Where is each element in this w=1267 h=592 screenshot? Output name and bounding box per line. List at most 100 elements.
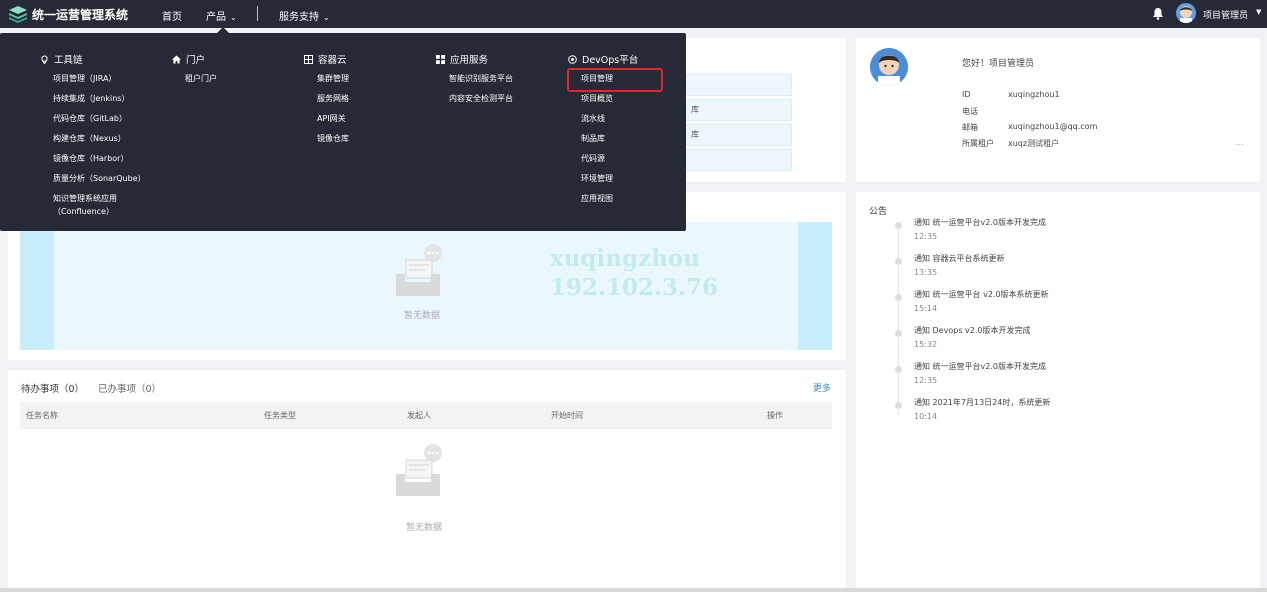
menu-group-container-cloud: 容器云 <box>304 52 347 66</box>
timeline-dot <box>895 402 902 409</box>
profile-field-value: xuqingzhou1 <box>1008 90 1060 99</box>
layers-logo-icon <box>9 6 27 23</box>
timeline-dot <box>895 222 902 229</box>
profile-card: 您好！项目管理员 ID xuqingzhou1 电话 邮箱 xuqingzhou… <box>856 38 1260 182</box>
timeline-dot <box>895 294 902 301</box>
menu-item[interactable]: 代码仓库（GitLab） <box>53 113 127 124</box>
menu-item[interactable]: 代码源 <box>581 153 605 164</box>
menu-item[interactable]: 集群管理 <box>317 73 349 84</box>
nav-divider <box>257 6 258 21</box>
app-title: 统一运营管理系统 <box>32 8 129 22</box>
timeline-dot <box>895 258 902 265</box>
target-icon <box>568 55 577 64</box>
menu-item[interactable]: 智能识别服务平台 <box>449 73 513 84</box>
grid-icon <box>304 55 313 64</box>
menu-group-app-services: 应用服务 <box>436 52 488 66</box>
more-link[interactable]: 更多 <box>813 381 831 394</box>
bell-icon[interactable] <box>1152 7 1164 20</box>
column-header: 操作 <box>767 411 783 420</box>
quick-link[interactable] <box>672 149 792 171</box>
caret-down-icon[interactable]: ▼ <box>1256 8 1261 16</box>
menu-item[interactable]: 租户门户 <box>185 73 217 84</box>
nav-home[interactable]: 首页 <box>162 8 182 23</box>
menu-item[interactable]: 流水线 <box>581 113 605 124</box>
menu-item[interactable]: 持续集成（Jenkins） <box>53 93 129 104</box>
notice-title: 公告 <box>869 207 888 217</box>
todo-card: 待办事项（0） 已办事项（0） 更多 任务名称 任务类型 发起人 开始时间 操作… <box>8 370 846 588</box>
menu-item[interactable]: 应用视图 <box>581 193 613 204</box>
watermark-line: 192.102.3.76 <box>550 274 719 301</box>
menu-item[interactable]: 镜像仓库 <box>317 133 349 144</box>
menu-item[interactable]: 知识管理系统应用 <box>53 193 117 204</box>
column-header: 任务类型 <box>264 411 296 420</box>
tab-pending[interactable]: 待办事项（0） <box>21 381 84 395</box>
menu-item[interactable]: 服务网格 <box>317 93 349 104</box>
column-header: 开始时间 <box>551 411 583 420</box>
notice-time: 15:32 <box>914 340 938 349</box>
menu-item[interactable]: 质量分析（SonarQube） <box>53 173 146 184</box>
empty-text: 暂无数据 <box>404 311 441 321</box>
nav-services[interactable]: 服务支持 ⌄ <box>279 8 330 23</box>
chevron-down-icon: ⌄ <box>230 13 237 22</box>
menu-item[interactable]: 项目概览 <box>581 93 613 104</box>
notice-time: 12:35 <box>914 376 938 385</box>
menu-group-title: 工具链 <box>54 55 83 66</box>
user-name[interactable]: 项目管理员 <box>1203 8 1248 21</box>
menu-item[interactable]: 镜像仓库（Harbor） <box>53 153 128 164</box>
profile-avatar <box>870 48 908 86</box>
menu-item[interactable]: 制品库 <box>581 133 605 144</box>
products-dropdown: 工具链 项目管理（JIRA） 持续集成（Jenkins） 代码仓库（GitLab… <box>0 33 686 231</box>
notice-card: 公告 通知 统一运营平台v2.0版本开发完成 12:35 通知 容器云平台系统更… <box>856 192 1260 588</box>
menu-item[interactable]: 项目管理（JIRA） <box>53 73 116 84</box>
menu-item-continued[interactable]: （Confluence） <box>53 206 114 217</box>
notice-time: 10:14 <box>914 412 938 421</box>
chart-band-left <box>20 222 54 350</box>
menu-group-title: DevOps平台 <box>582 55 639 66</box>
quick-link-label: 库 <box>691 130 699 139</box>
empty-inbox-icon <box>396 244 442 296</box>
menu-item[interactable]: 环境管理 <box>581 173 613 184</box>
menu-group-title: 门户 <box>186 55 206 66</box>
notice-item[interactable]: 通知 统一运营平台 v2.0版本系统更新 <box>914 289 1049 300</box>
nav-services-label: 服务支持 <box>279 12 319 23</box>
avatar[interactable] <box>1176 3 1196 23</box>
menu-group-devops: DevOps平台 <box>568 52 638 66</box>
profile-field-label: 电话 <box>962 107 978 116</box>
quick-link[interactable]: 库 <box>672 99 792 121</box>
empty-text: 暂无数据 <box>406 523 443 533</box>
empty-inbox-icon <box>396 444 442 496</box>
notice-item[interactable]: 通知 容器云平台系统更新 <box>914 253 1005 264</box>
highlight-annotation <box>567 68 663 92</box>
column-header: 发起人 <box>407 411 431 420</box>
quick-link[interactable]: 库 <box>672 124 792 146</box>
menu-item[interactable]: 内容安全检测平台 <box>449 93 513 104</box>
apps-icon <box>436 55 445 64</box>
table-header: 任务名称 任务类型 发起人 开始时间 操作 <box>20 402 832 429</box>
watermark-line: xuqingzhou <box>550 245 700 272</box>
notice-item[interactable]: 通知 Devops v2.0版本开发完成 <box>914 325 1031 336</box>
quick-link-label: 库 <box>691 105 699 114</box>
nav-products-label: 产品 <box>206 12 226 23</box>
watermark: xuqingzhou 192.102.3.76 <box>550 244 718 302</box>
bottom-strip <box>0 588 1267 592</box>
top-bar: 统一运营管理系统 首页 产品 ⌄ 服务支持 ⌄ 项目管理员 ▼ <box>0 0 1267 28</box>
notice-item[interactable]: 通知 2021年7月13日24时，系统更新 <box>914 397 1050 408</box>
quick-link[interactable] <box>672 74 792 96</box>
menu-group-title: 应用服务 <box>450 55 489 66</box>
profile-field-value: xuqz测试租户 <box>1008 139 1060 148</box>
profile-field-label: 所属租户 <box>962 139 994 148</box>
profile-field-value: xuqingzhou1@qq.com <box>1008 122 1098 131</box>
menu-item[interactable]: 构建仓库（Nexus） <box>53 133 126 144</box>
column-header: 任务名称 <box>26 411 58 420</box>
profile-field-label: 邮箱 <box>962 123 978 132</box>
nav-products[interactable]: 产品 ⌄ <box>206 8 237 23</box>
timeline-dot <box>895 366 902 373</box>
chevron-down-icon: ⌄ <box>323 13 330 22</box>
tab-done[interactable]: 已办事项（0） <box>98 381 161 395</box>
notice-item[interactable]: 通知 统一运营平台v2.0版本开发完成 <box>914 361 1046 372</box>
menu-item[interactable]: API网关 <box>317 113 346 124</box>
notice-time: 13:35 <box>914 268 938 277</box>
notice-item[interactable]: 通知 统一运营平台v2.0版本开发完成 <box>914 217 1046 228</box>
menu-group-toolchain: 工具链 <box>40 52 83 66</box>
more-dots[interactable]: ... <box>1236 138 1244 147</box>
